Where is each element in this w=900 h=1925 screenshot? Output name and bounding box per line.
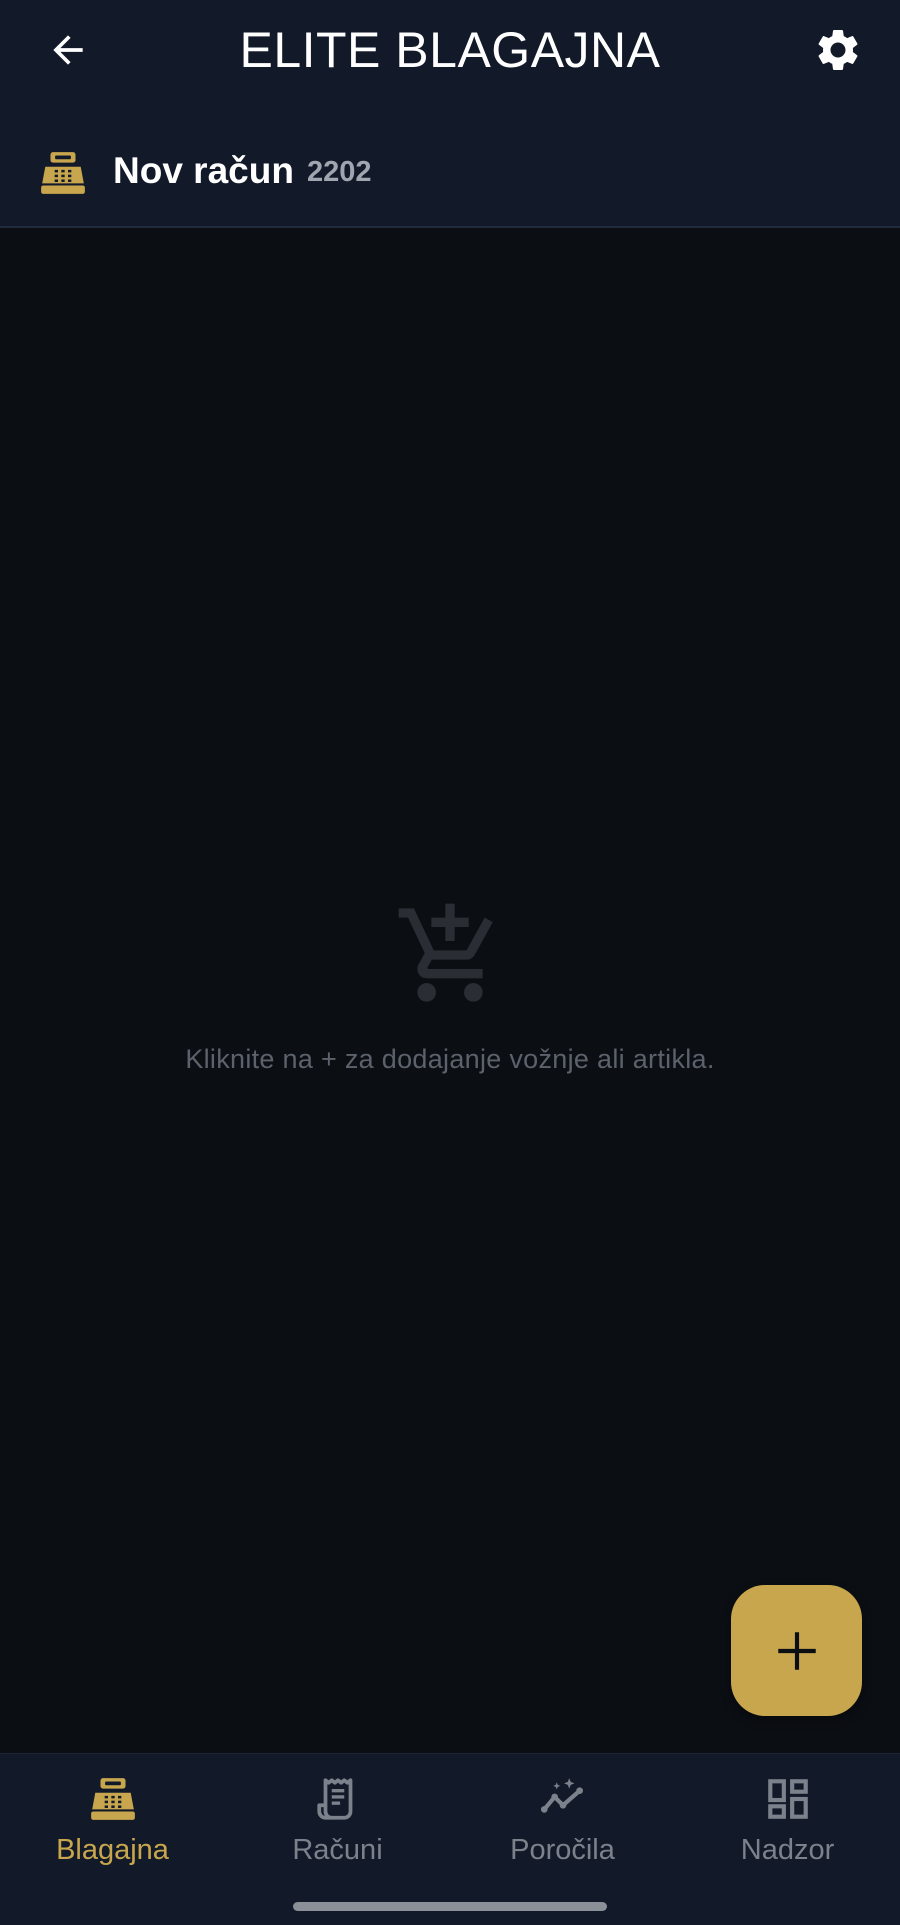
settings-button[interactable]: [806, 18, 870, 82]
plus-icon: [777, 1631, 816, 1670]
nav-label: Nadzor: [740, 1834, 835, 1866]
add-item-button[interactable]: [731, 1585, 862, 1716]
empty-state: Kliknite na + za dodajanje vožnje ali ar…: [0, 896, 900, 1075]
nav-item-nadzor[interactable]: Nadzor: [675, 1774, 900, 1892]
receipt-icon: [316, 1778, 352, 1820]
home-indicator[interactable]: [293, 1902, 607, 1911]
cash-register-icon: [41, 152, 85, 194]
app-bar: ELITE BLAGAJNA Nov račun 2202: [0, 0, 900, 228]
dashboard-icon: [767, 1779, 808, 1819]
nav-item-porocila[interactable]: Poročila: [450, 1774, 675, 1892]
cart-add-icon: [398, 903, 493, 1002]
receipt-title: Nov račun: [113, 150, 294, 191]
nav-item-blagajna[interactable]: Blagajna: [0, 1774, 225, 1892]
nav-label: Poročila: [510, 1834, 615, 1866]
bottom-navigation: Blagajna Računi Poročila Nadzor: [0, 1753, 900, 1925]
empty-state-message: Kliknite na + za dodajanje vožnje ali ar…: [185, 1044, 715, 1074]
nav-label: Računi: [292, 1834, 383, 1866]
receipt-number: 2202: [307, 156, 372, 188]
nav-item-racuni[interactable]: Računi: [225, 1774, 450, 1892]
sparkle-chart-icon: [540, 1778, 583, 1813]
receipt-header: Nov račun 2202: [0, 140, 900, 204]
page-title: ELITE BLAGAJNA: [239, 22, 661, 78]
nav-label: Blagajna: [56, 1834, 169, 1866]
gear-icon: [818, 29, 858, 71]
cash-register-icon: [90, 1778, 135, 1820]
